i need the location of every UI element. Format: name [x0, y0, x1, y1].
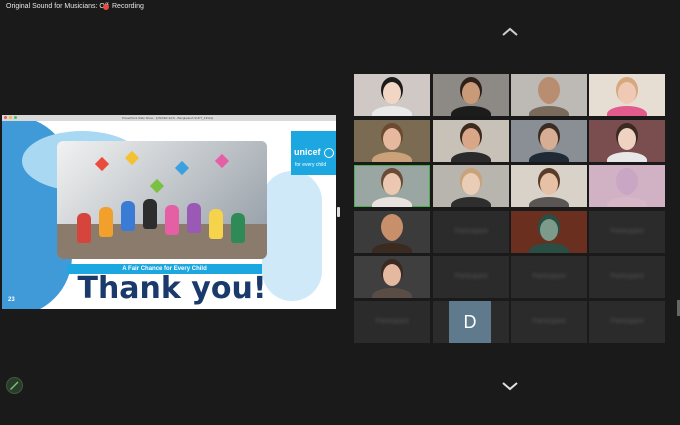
participant-tile[interactable]: [354, 211, 430, 253]
participant-video: [372, 152, 412, 162]
participant-video: [529, 152, 569, 162]
original-sound-toggle[interactable]: Original Sound for Musicians: Off: [6, 3, 109, 10]
participant-face: [618, 128, 636, 150]
minimize-window-icon: [9, 116, 12, 119]
participant-tile[interactable]: Participant: [589, 211, 665, 253]
meeting-topbar: Original Sound for Musicians: Off Record…: [0, 0, 680, 16]
participant-video: [529, 243, 569, 253]
participant-tile[interactable]: [511, 74, 587, 116]
participant-face: [618, 173, 636, 195]
participant-video: [451, 106, 491, 116]
participant-face: [540, 219, 558, 241]
participant-name: Participant: [610, 273, 644, 280]
participant-name: Participant: [532, 273, 566, 280]
shared-screen: PowerPoint Slide Show - [UNICEF ECS - Ba…: [2, 115, 336, 309]
participant-face: [383, 264, 401, 286]
participant-video: [451, 152, 491, 162]
participant-face: [462, 128, 480, 150]
participant-name: Participant: [532, 318, 566, 325]
participant-tile[interactable]: [433, 165, 509, 207]
participant-tile[interactable]: Participant: [589, 256, 665, 298]
chevron-up-icon[interactable]: [500, 26, 520, 38]
participant-video: [372, 106, 412, 116]
annotate-pencil-icon[interactable]: [6, 377, 23, 394]
participant-face: [383, 82, 401, 104]
participant-tile[interactable]: [433, 120, 509, 162]
participant-video: [372, 197, 412, 207]
participant-face: [383, 173, 401, 195]
participant-tile[interactable]: Participant: [354, 301, 430, 343]
participant-tile[interactable]: Participant: [433, 211, 509, 253]
participant-tile[interactable]: D: [433, 301, 509, 343]
participant-video: [607, 197, 647, 207]
unicef-logo-box: unicef for every child: [291, 131, 336, 175]
unicef-logo: unicef: [294, 147, 321, 157]
participant-tile[interactable]: [589, 120, 665, 162]
participant-tile[interactable]: Participant: [433, 256, 509, 298]
participant-tile[interactable]: [354, 256, 430, 298]
participant-face: [540, 173, 558, 195]
participant-video: [372, 288, 412, 298]
participant-tile[interactable]: [354, 120, 430, 162]
participant-video: [372, 243, 412, 253]
participant-name: Participant: [454, 228, 488, 235]
participant-tile[interactable]: [354, 165, 430, 207]
participant-name: Participant: [375, 318, 409, 325]
participant-video: [529, 106, 569, 116]
maximize-window-icon: [14, 116, 17, 119]
participant-tile[interactable]: [511, 211, 587, 253]
slide-headline: Thank you!: [77, 271, 267, 306]
close-window-icon: [4, 116, 7, 119]
participant-tile[interactable]: [433, 74, 509, 116]
slide-page-number: 23: [8, 297, 15, 303]
participant-name: Participant: [610, 318, 644, 325]
participant-video: [529, 197, 569, 207]
recording-label: Recording: [112, 3, 144, 10]
participant-tile[interactable]: [511, 120, 587, 162]
unicef-tagline: for every child: [295, 162, 327, 168]
recording-indicator[interactable]: Recording: [103, 3, 144, 10]
children-photo: [57, 141, 267, 259]
participant-name: Participant: [610, 228, 644, 235]
participant-tile[interactable]: Participant: [511, 256, 587, 298]
participant-face: [618, 82, 636, 104]
participant-tile[interactable]: [354, 74, 430, 116]
participant-face: [383, 219, 401, 241]
participant-tile[interactable]: [589, 74, 665, 116]
participant-face: [540, 128, 558, 150]
participant-face: [383, 128, 401, 150]
participant-video: [607, 152, 647, 162]
participant-tile[interactable]: Participant: [511, 301, 587, 343]
participant-video: [451, 197, 491, 207]
participant-tile[interactable]: [589, 165, 665, 207]
participant-face: [462, 82, 480, 104]
participant-face: [462, 173, 480, 195]
participant-avatar: D: [449, 301, 491, 343]
participant-tile[interactable]: [511, 165, 587, 207]
globe-icon: [324, 148, 334, 158]
participant-tile[interactable]: Participant: [589, 301, 665, 343]
chevron-down-icon[interactable]: [500, 380, 520, 392]
record-dot-icon: [103, 3, 109, 10]
participant-video: [607, 106, 647, 116]
participant-face: [540, 82, 558, 104]
presentation-slide: unicef for every child A Fair Chance for…: [2, 121, 336, 309]
participant-name: Participant: [454, 273, 488, 280]
split-resize-handle[interactable]: [337, 207, 340, 217]
